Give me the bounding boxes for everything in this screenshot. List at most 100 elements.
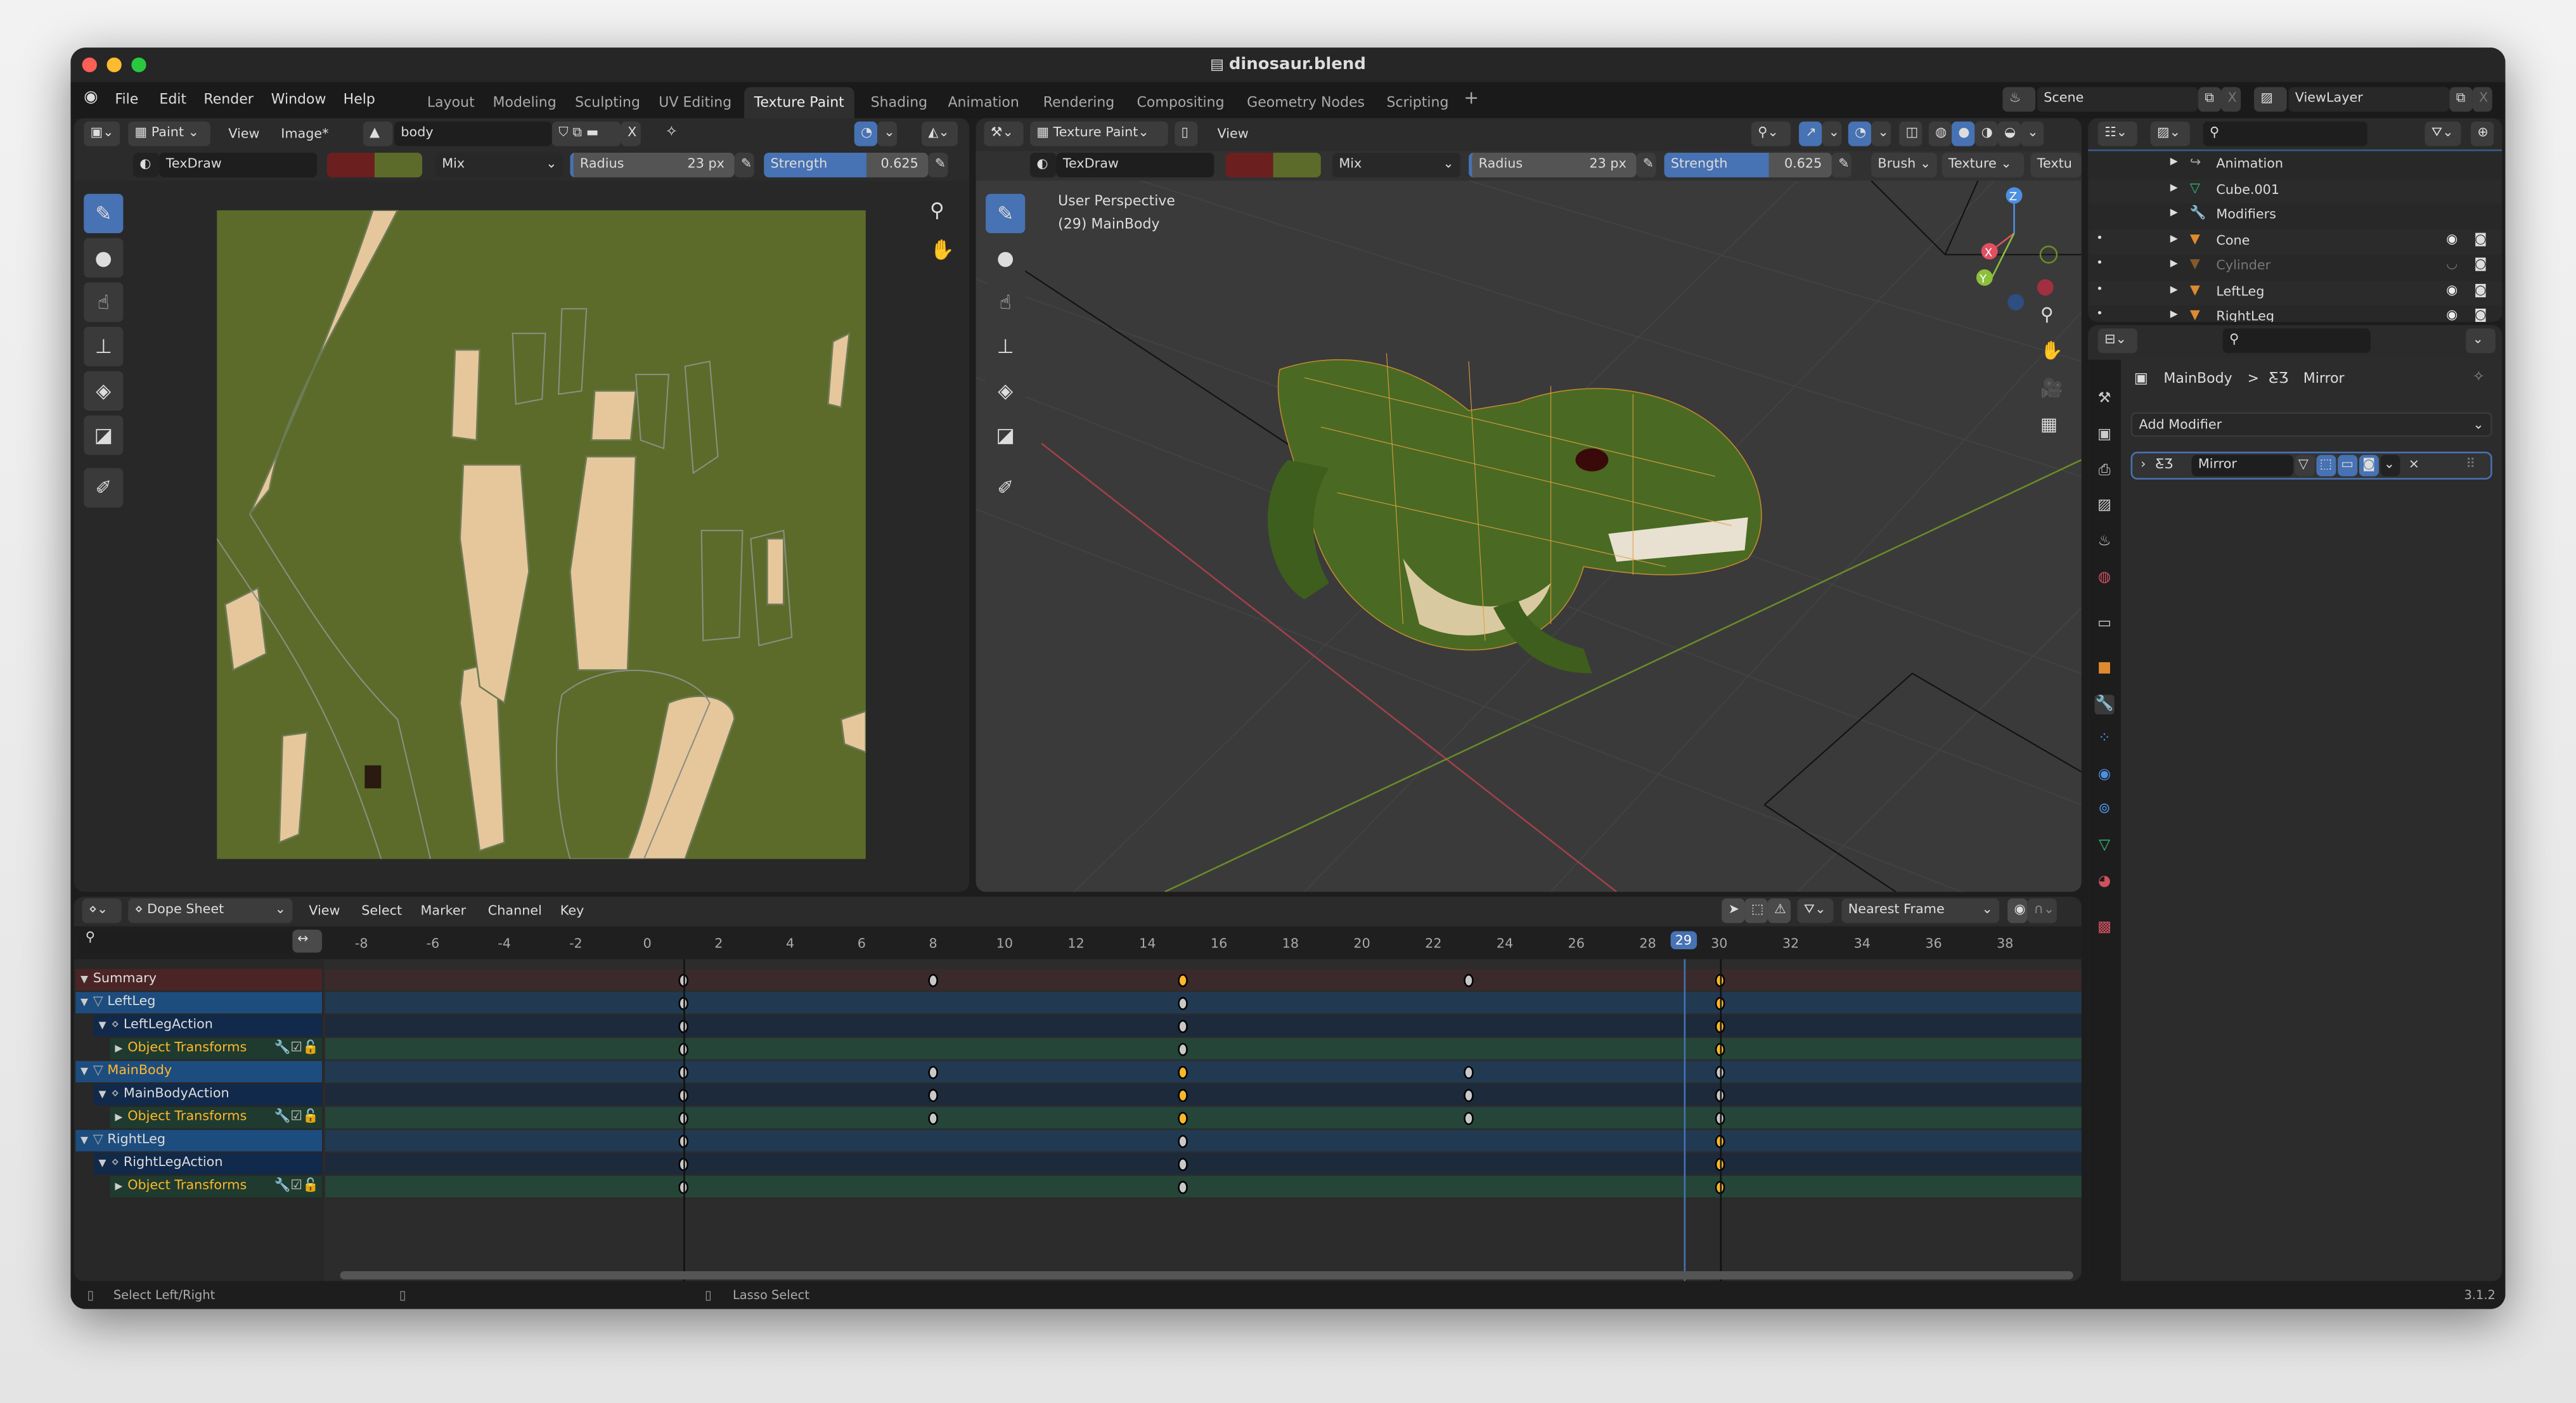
editor-type-icon[interactable]: ⋄⌄ bbox=[82, 898, 122, 923]
radius-slider[interactable]: Radius 23 px bbox=[1469, 153, 1637, 177]
gizmo-dropdown[interactable]: ⌄ bbox=[1822, 121, 1842, 146]
fill-tool-icon[interactable]: ◈ bbox=[986, 371, 1026, 411]
object-tab-icon[interactable]: ■ bbox=[2095, 658, 2115, 678]
mute-checkbox[interactable]: ☑ bbox=[290, 1177, 302, 1192]
uv-texture-canvas[interactable] bbox=[217, 210, 866, 859]
solid-shading-icon[interactable]: ● bbox=[1952, 121, 1975, 146]
smear-tool-icon[interactable]: ☝ bbox=[986, 282, 1026, 322]
particles-tab-icon[interactable]: ⁘ bbox=[2095, 729, 2115, 749]
render-camera-icon[interactable]: ◙ bbox=[2474, 307, 2487, 322]
keyframe-strip[interactable] bbox=[325, 1084, 2082, 1106]
scene-field[interactable]: Scene bbox=[2037, 87, 2198, 112]
workspace-tab-animation[interactable]: Animation bbox=[938, 87, 1029, 118]
eye-icon[interactable]: ◉ bbox=[2446, 307, 2457, 322]
expand-arrow-icon[interactable]: ▶ bbox=[2170, 181, 2178, 193]
timeline-ruler[interactable]: ⚲ ↔ -8 -6 -4 -2 0 2 4 6 8 10 12 14 16 18 20 22 24 26 28 30 3… bbox=[74, 926, 2082, 959]
overlay-toggle-icon[interactable]: ◔ bbox=[1848, 121, 1872, 146]
output-tab-icon[interactable]: ⎙ bbox=[2095, 461, 2115, 481]
menu-view[interactable]: View bbox=[228, 127, 259, 141]
channel-object[interactable]: ▼ ▽ LeftLeg bbox=[75, 992, 322, 1014]
menu-file[interactable]: File bbox=[115, 92, 138, 108]
channel-object[interactable]: ▼ ▽ RightLeg bbox=[75, 1130, 322, 1151]
keyframe-strip[interactable] bbox=[325, 992, 2082, 1014]
viewlayer-field[interactable]: ViewLayer bbox=[2288, 87, 2450, 112]
ortho-grid-icon[interactable]: ▦ bbox=[2040, 414, 2058, 435]
brush-name-field[interactable]: TexDraw bbox=[1056, 153, 1214, 177]
render-camera-icon[interactable]: ◙ bbox=[2359, 454, 2379, 477]
realtime-display-icon[interactable]: ▭ bbox=[2338, 454, 2358, 477]
delete-viewlayer-button[interactable]: X bbox=[2472, 87, 2492, 112]
modifier-tab-icon[interactable]: 🔧 bbox=[2094, 695, 2115, 715]
collection-tab-icon[interactable]: ▭ bbox=[2095, 614, 2115, 634]
snapping-dropdown[interactable]: Nearest Frame ⌄ bbox=[1841, 898, 2000, 923]
modifier-extras-dropdown[interactable]: ⌄ bbox=[2380, 454, 2400, 477]
primary-color-swatch[interactable] bbox=[1225, 153, 1273, 177]
shading-dropdown[interactable]: ⌄ bbox=[2020, 121, 2044, 146]
menu-select[interactable]: Select bbox=[361, 903, 402, 918]
close-window-button[interactable] bbox=[82, 57, 97, 73]
primary-color-swatch[interactable] bbox=[326, 153, 375, 177]
menu-image[interactable]: Image* bbox=[281, 127, 328, 141]
world-tab-icon[interactable]: ◍ bbox=[2095, 568, 2115, 588]
keyframe-strip[interactable] bbox=[325, 1153, 2082, 1175]
keyframe-strip[interactable] bbox=[325, 1106, 2082, 1129]
viewlayer-icon[interactable]: ▨ bbox=[2253, 87, 2287, 112]
render-camera-icon[interactable]: ◙ bbox=[2474, 256, 2487, 271]
menu-render[interactable]: Render bbox=[203, 92, 253, 108]
expand-arrow-icon[interactable]: ▶ bbox=[110, 1181, 128, 1193]
expand-arrow-icon[interactable]: ▶ bbox=[2170, 309, 2178, 320]
brush-name-field[interactable]: TexDraw bbox=[159, 153, 318, 177]
blend-mode-dropdown[interactable]: Mix ⌄ bbox=[1332, 153, 1461, 177]
keyframe-strip[interactable] bbox=[325, 1061, 2082, 1082]
channel-group[interactable]: ▶ Object Transforms 🔧☑🔓 bbox=[110, 1176, 322, 1198]
keyframe-strip[interactable] bbox=[325, 1130, 2082, 1151]
workspace-tab-scripting[interactable]: Scripting bbox=[1377, 87, 1459, 118]
remove-modifier-button[interactable]: × bbox=[2409, 457, 2419, 471]
menu-window[interactable]: Window bbox=[271, 92, 326, 108]
filters-dropdown-icon[interactable]: ⛛⌄ bbox=[1797, 898, 1834, 923]
rendered-shading-icon[interactable]: ◒ bbox=[1997, 121, 2021, 146]
menu-channel[interactable]: Channel bbox=[488, 903, 542, 918]
render-tab-icon[interactable]: ▣ bbox=[2095, 425, 2115, 445]
collapse-arrow-icon[interactable]: ▼ bbox=[75, 974, 93, 985]
menu-view[interactable]: View bbox=[309, 903, 340, 918]
collapse-arrow-icon[interactable]: ▼ bbox=[75, 997, 93, 1008]
channel-search-input[interactable]: ⚲ bbox=[79, 929, 322, 953]
expand-arrow-icon[interactable]: ▶ bbox=[2170, 233, 2178, 244]
current-frame-indicator[interactable]: 29 bbox=[1670, 931, 1697, 950]
editor-type-icon[interactable]: ⚒⌄ bbox=[984, 121, 1024, 146]
modifier-wrench-icon[interactable]: 🔧 bbox=[274, 1177, 291, 1192]
collapse-arrow-icon[interactable]: ▼ bbox=[94, 1089, 112, 1100]
expand-arrow-icon[interactable]: ▶ bbox=[110, 1112, 128, 1124]
swap-filter-icon[interactable]: ↔ bbox=[292, 929, 322, 953]
menu-help[interactable]: Help bbox=[344, 92, 375, 108]
strength-slider[interactable]: Strength 0.625 bbox=[1664, 153, 1832, 177]
editor-type-icon[interactable]: ▣⌄ bbox=[84, 121, 120, 146]
clone-tool-icon[interactable]: ⊥ bbox=[84, 326, 124, 366]
outliner-item-leftleg[interactable]: • ▶ ▼ LeftLeg ◉ ◙ bbox=[2088, 279, 2502, 305]
collapse-arrow-icon[interactable]: ▼ bbox=[75, 1135, 93, 1146]
workspace-tab-texture-paint[interactable]: Texture Paint bbox=[744, 87, 854, 119]
mask-tool-icon[interactable]: ◪ bbox=[986, 415, 1026, 455]
properties-search-input[interactable]: ⚲ bbox=[2222, 328, 2371, 354]
wireframe-shading-icon[interactable]: ◍ bbox=[1928, 121, 1952, 146]
channel-group[interactable]: ▶ Object Transforms 🔧☑🔓 bbox=[110, 1038, 322, 1060]
pin-icon[interactable]: ✧ bbox=[666, 125, 678, 141]
zoom-icon[interactable]: ⚲ bbox=[2040, 304, 2054, 325]
workspace-tab-shading[interactable]: Shading bbox=[861, 87, 937, 118]
annotate-tool-icon[interactable]: ✐ bbox=[986, 468, 1026, 508]
scene-icon[interactable]: ♨ bbox=[2002, 87, 2036, 112]
overlay-dropdown[interactable]: ⌄ bbox=[1871, 121, 1891, 146]
tool-tab-icon[interactable]: ⚒ bbox=[2095, 389, 2115, 409]
select-dot[interactable]: • bbox=[2096, 256, 2103, 269]
paint-mode-dropdown[interactable]: ▦ Paint ⌄ bbox=[128, 121, 210, 146]
smear-tool-icon[interactable]: ☝ bbox=[84, 282, 124, 322]
expand-arrow-icon[interactable]: ▶ bbox=[2170, 283, 2178, 295]
gizmo-dropdown[interactable]: ⌄ bbox=[877, 121, 898, 146]
blend-mode-dropdown[interactable]: Mix ⌄ bbox=[435, 153, 564, 177]
copy-scene-icon[interactable]: ⧉ bbox=[2198, 87, 2222, 112]
minimize-window-button[interactable] bbox=[106, 57, 122, 73]
workspace-tab-rendering[interactable]: Rendering bbox=[1033, 87, 1124, 118]
delete-scene-button[interactable]: X bbox=[2221, 87, 2241, 112]
only-selected-icon[interactable]: ➤ bbox=[1722, 898, 1745, 923]
